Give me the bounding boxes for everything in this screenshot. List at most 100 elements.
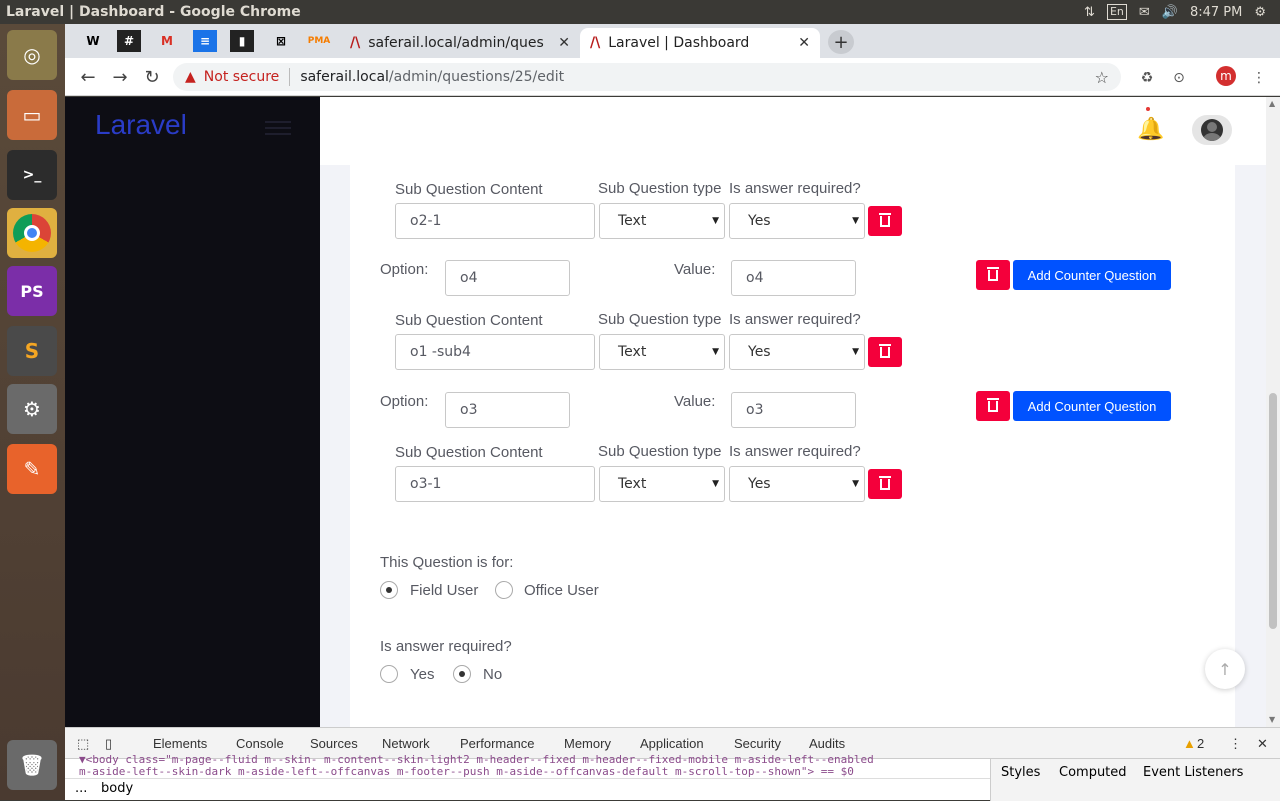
option-input[interactable]: o3 (445, 392, 570, 428)
value-input[interactable]: o3 (731, 392, 856, 428)
mail-icon[interactable]: ✉ (1139, 5, 1150, 20)
value-label: Value: (674, 261, 716, 278)
profile-avatar[interactable]: m (1216, 66, 1236, 86)
tab-styles[interactable]: Styles (1001, 765, 1040, 780)
sub-question-content-input[interactable]: o2-1 (395, 203, 595, 239)
field-user-radio[interactable] (380, 581, 398, 599)
security-label[interactable]: Not secure (204, 69, 280, 85)
volume-icon[interactable]: 🔊 (1162, 5, 1178, 20)
warning-count[interactable]: 2 (1197, 736, 1204, 751)
breadcrumb-body[interactable]: body (101, 781, 133, 796)
trello-tab-icon[interactable]: ▮ (230, 30, 254, 52)
slack-tab-icon[interactable]: # (117, 30, 141, 52)
network-icon[interactable]: ⇅ (1084, 5, 1095, 20)
keyboard-layout[interactable]: En (1106, 4, 1127, 20)
url-host: saferail.local (300, 69, 389, 85)
delete-sub-question-button[interactable] (868, 206, 902, 236)
user-avatar[interactable] (1192, 115, 1232, 145)
tab-elements[interactable]: Elements (153, 736, 207, 751)
add-counter-question-button[interactable]: Add Counter Question (1013, 391, 1171, 421)
tab-sources[interactable]: Sources (310, 736, 358, 751)
tab-application[interactable]: Application (640, 736, 704, 751)
delete-option-button[interactable] (976, 260, 1010, 290)
sub-question-type-select[interactable]: Text ▼ (599, 203, 725, 239)
trash-icon (987, 397, 999, 412)
tab-memory[interactable]: Memory (564, 736, 611, 751)
trash-icon[interactable]: 🗑 (7, 740, 57, 790)
gmail-tab-icon[interactable]: M (155, 30, 179, 52)
answer-required-yes-radio[interactable] (380, 665, 398, 683)
close-tab-icon[interactable]: ✕ (558, 35, 570, 51)
delete-sub-question-button[interactable] (868, 469, 902, 499)
sub-question-type-select[interactable]: Text ▼ (599, 334, 725, 370)
delete-sub-question-button[interactable] (868, 337, 902, 367)
menu-kebab-icon[interactable]: ⋮ (1249, 68, 1269, 88)
tab-computed[interactable]: Computed (1059, 765, 1127, 780)
device-toolbar-icon[interactable]: ▯ (105, 736, 112, 752)
sublime-icon[interactable]: S (7, 326, 57, 376)
dom-line[interactable]: m-aside-left--skin-dark m-aside-left--of… (79, 766, 979, 778)
field-user-label[interactable]: Field User (410, 582, 478, 599)
tab-network[interactable]: Network (382, 736, 430, 751)
value-input[interactable]: o4 (731, 260, 856, 296)
terminal-icon[interactable]: >_ (7, 150, 57, 200)
clock[interactable]: 8:47 PM (1190, 5, 1242, 20)
answer-required-no-radio[interactable] (453, 665, 471, 683)
power-gear-icon[interactable]: ⚙ (1254, 5, 1266, 20)
office-user-label[interactable]: Office User (524, 582, 599, 599)
breadcrumb-more[interactable]: ... (75, 781, 87, 796)
brand-logo[interactable]: Laravel (95, 109, 187, 141)
answer-required-yes-label[interactable]: Yes (410, 666, 434, 683)
close-tab-icon[interactable]: ✕ (798, 35, 810, 51)
hamburger-icon[interactable] (265, 121, 291, 135)
scroll-to-top-button[interactable]: ↑ (1205, 649, 1245, 689)
inspect-element-icon[interactable]: ⬚ (77, 736, 89, 752)
new-tab-button[interactable]: + (828, 30, 854, 54)
scrollbar-thumb[interactable] (1269, 393, 1277, 629)
page-scrollbar[interactable]: ▲ ▼ (1266, 97, 1280, 727)
settings-icon[interactable]: ⚙ (7, 384, 57, 434)
forward-icon[interactable]: → (109, 66, 131, 88)
user-icon (1201, 119, 1223, 141)
tab-console[interactable]: Console (236, 736, 284, 751)
scroll-down-arrow-icon[interactable]: ▼ (1269, 715, 1275, 724)
reload-icon[interactable]: ↻ (141, 66, 163, 88)
recycle-extension-icon[interactable]: ♻ (1137, 68, 1157, 88)
delete-option-button[interactable] (976, 391, 1010, 421)
option-input[interactable]: o4 (445, 260, 570, 296)
sub-answer-required-select[interactable]: Yes ▼ (729, 334, 865, 370)
tab-security[interactable]: Security (734, 736, 781, 751)
add-counter-question-button[interactable]: Add Counter Question (1013, 260, 1171, 290)
devtools-menu-icon[interactable]: ⋮ (1229, 736, 1242, 752)
files-icon[interactable]: ▭ (7, 90, 57, 140)
wordpress-tab-icon[interactable]: W (81, 30, 105, 52)
tab-audits[interactable]: Audits (809, 736, 845, 751)
close-devtools-icon[interactable]: ✕ (1257, 736, 1268, 752)
sub-question-type-select[interactable]: Text ▼ (599, 466, 725, 502)
postman-icon[interactable]: ✎ (7, 444, 57, 494)
tab-event-listeners[interactable]: Event Listeners (1143, 765, 1243, 780)
tab-saferail[interactable]: /\ saferail.local/admin/ques ✕ (340, 28, 580, 58)
tab-performance[interactable]: Performance (460, 736, 534, 751)
answer-required-no-label[interactable]: No (483, 666, 502, 683)
docs-tab-icon[interactable]: ≡ (193, 30, 217, 52)
scroll-up-arrow-icon[interactable]: ▲ (1269, 99, 1275, 108)
tab-dashboard[interactable]: /\ Laravel | Dashboard ✕ (580, 28, 820, 58)
sub-answer-required-select[interactable]: Yes ▼ (729, 203, 865, 239)
bell-icon[interactable]: 🔔 (1137, 117, 1164, 142)
address-bar[interactable]: ▲ Not secure saferail.local/admin/questi… (173, 63, 1121, 91)
phpstorm-icon[interactable]: PS (7, 266, 57, 316)
sub-answer-required-select[interactable]: Yes ▼ (729, 466, 865, 502)
back-icon[interactable]: ← (77, 66, 99, 88)
phpmyadmin-tab-icon[interactable]: PMA (307, 30, 331, 52)
dom-tree[interactable]: ▼<body class="m-page--fluid m--skin- m-c… (79, 754, 979, 778)
bookmark-star-icon[interactable]: ☆ (1095, 68, 1109, 87)
office-user-radio[interactable] (495, 581, 513, 599)
ubuntu-icon[interactable]: ◎ (7, 30, 57, 80)
chrome-icon[interactable] (7, 208, 57, 258)
sub-question-content-input[interactable]: o3-1 (395, 466, 595, 502)
code-extension-icon[interactable]: ⊙ (1169, 68, 1189, 88)
warning-icon[interactable]: ▲ (1183, 736, 1196, 751)
sub-question-content-input[interactable]: o1 -sub4 (395, 334, 595, 370)
app-tab-icon[interactable]: ⊠ (269, 30, 293, 52)
